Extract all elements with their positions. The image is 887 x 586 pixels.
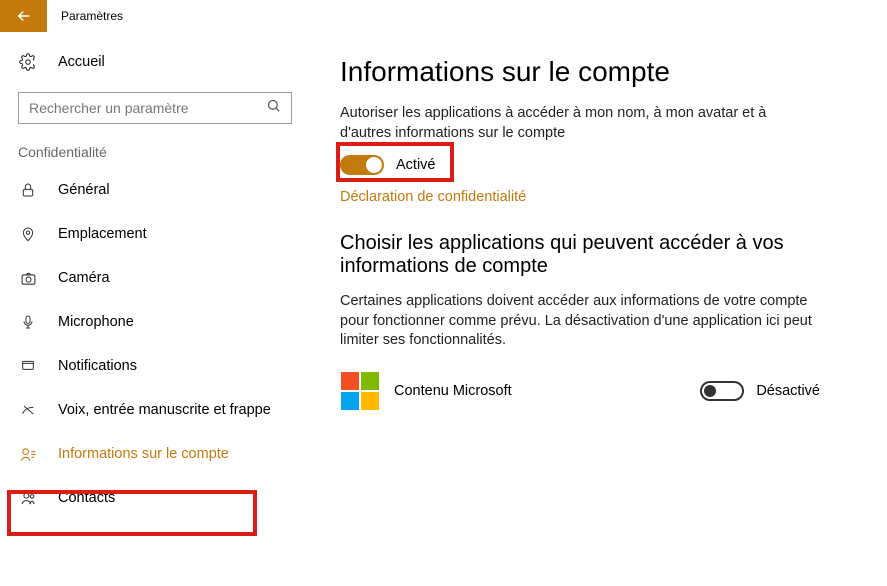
sidebar-item-label: Informations sur le compte (58, 446, 229, 462)
access-description: Autoriser les applications à accéder à m… (340, 104, 820, 143)
notifications-icon (18, 358, 38, 374)
app-name: Contenu Microsoft (394, 383, 700, 399)
app-row: Contenu Microsoft Désactivé (340, 371, 820, 411)
apps-heading: Choisir les applications qui peuvent acc… (340, 232, 847, 278)
sidebar-item-notifications[interactable]: Notifications (0, 344, 310, 388)
access-toggle-label: Activé (396, 157, 436, 173)
category-label: Confidentialité (0, 138, 310, 168)
search-icon (266, 98, 281, 118)
privacy-link[interactable]: Déclaration de confidentialité (340, 189, 526, 205)
sidebar-item-camera[interactable]: Caméra (0, 256, 310, 300)
sidebar-item-label: Caméra (58, 270, 110, 286)
access-toggle[interactable] (340, 155, 384, 175)
contacts-icon (18, 490, 38, 507)
sidebar-item-microphone[interactable]: Microphone (0, 300, 310, 344)
speech-icon (18, 402, 38, 418)
sidebar-item-contacts[interactable]: Contacts (0, 476, 310, 520)
sidebar-item-label: Général (58, 182, 110, 198)
search-field[interactable] (29, 100, 266, 116)
sidebar-item-label: Emplacement (58, 226, 147, 242)
sidebar-item-label: Microphone (58, 314, 134, 330)
access-toggle-row: Activé (340, 155, 847, 175)
titlebar: Paramètres (0, 0, 887, 32)
app-toggle[interactable] (700, 381, 744, 401)
account-icon (18, 446, 38, 463)
sidebar-item-label: Notifications (58, 358, 137, 374)
page-title: Informations sur le compte (340, 56, 847, 88)
sidebar-item-account-info[interactable]: Informations sur le compte (0, 432, 310, 476)
app-toggle-label: Désactivé (756, 383, 820, 399)
lock-icon (18, 182, 38, 198)
camera-icon (18, 270, 38, 287)
sidebar-item-location[interactable]: Emplacement (0, 212, 310, 256)
window-title: Paramètres (61, 9, 123, 23)
gear-icon (18, 53, 38, 71)
sidebar: Accueil Confidentialité Général Emplacem… (0, 32, 310, 520)
back-button[interactable] (0, 0, 47, 32)
sidebar-item-label: Voix, entrée manuscrite et frappe (58, 402, 271, 418)
content-panel: Informations sur le compte Autoriser les… (310, 32, 887, 520)
apps-description: Certaines applications doivent accéder a… (340, 292, 820, 351)
sidebar-item-label: Contacts (58, 490, 115, 506)
home-link[interactable]: Accueil (0, 42, 310, 82)
search-input[interactable] (18, 92, 292, 124)
microsoft-logo-icon (340, 371, 380, 411)
sidebar-item-speech[interactable]: Voix, entrée manuscrite et frappe (0, 388, 310, 432)
location-icon (18, 226, 38, 242)
microphone-icon (18, 314, 38, 330)
sidebar-item-general[interactable]: Général (0, 168, 310, 212)
home-label: Accueil (58, 54, 105, 70)
